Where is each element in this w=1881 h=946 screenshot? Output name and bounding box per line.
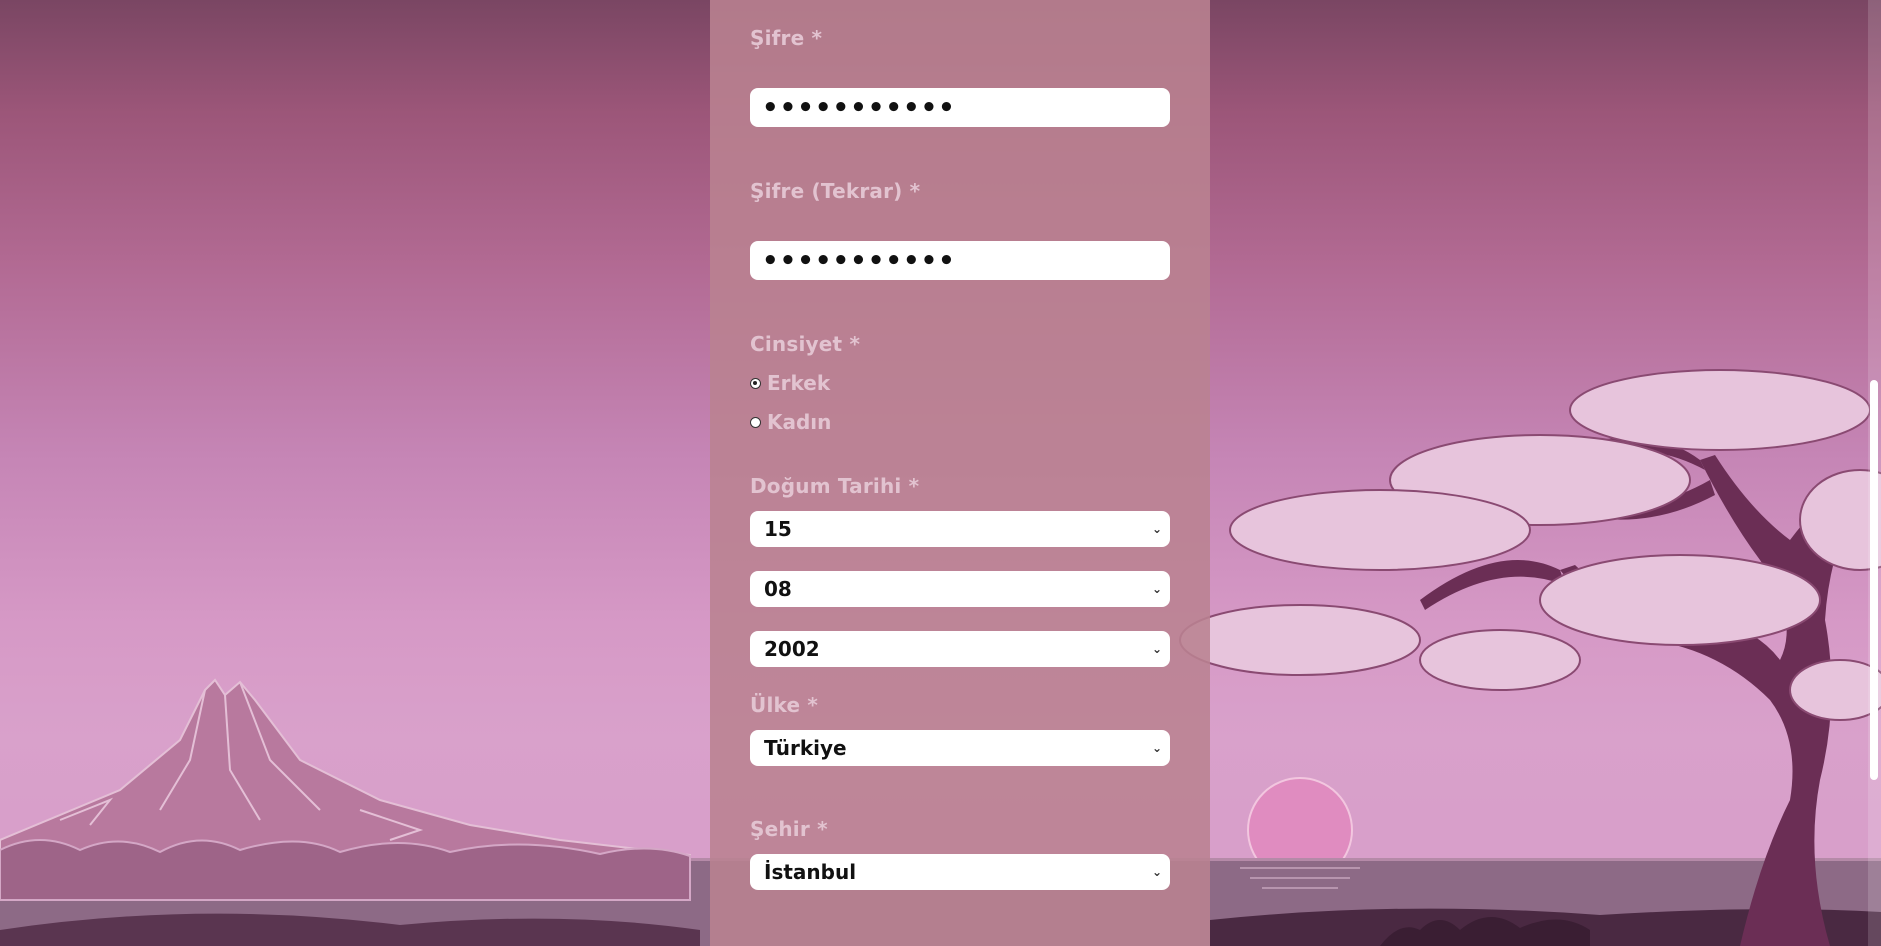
birth-month-select[interactable]: 08 ⌄ <box>750 571 1170 607</box>
birth-month-value: 08 <box>764 577 792 601</box>
password-repeat-field[interactable]: ••••••••••• <box>750 241 1170 280</box>
country-select[interactable]: Türkiye ⌄ <box>750 730 1170 766</box>
gender-option-label: Erkek <box>767 371 831 395</box>
birth-year-value: 2002 <box>764 637 820 661</box>
gender-option-female[interactable]: Kadın <box>750 410 831 434</box>
password-label: Şifre * <box>750 26 823 50</box>
chevron-down-icon: ⌄ <box>1151 741 1162 755</box>
birth-day-select[interactable]: 15 ⌄ <box>750 511 1170 547</box>
registration-form-panel: Şifre * ••••••••••• Şifre (Tekrar) * •••… <box>710 0 1210 946</box>
password-field[interactable]: ••••••••••• <box>750 88 1170 127</box>
country-value: Türkiye <box>764 736 847 760</box>
gender-option-male[interactable]: Erkek <box>750 371 830 395</box>
gender-label: Cinsiyet * <box>750 332 861 356</box>
country-label: Ülke * <box>750 693 819 717</box>
chevron-down-icon: ⌄ <box>1151 865 1162 879</box>
chevron-down-icon: ⌄ <box>1151 522 1162 536</box>
radio-button-icon[interactable] <box>750 416 761 428</box>
birth-date-label: Doğum Tarihi * <box>750 474 920 498</box>
radio-button-icon[interactable] <box>750 377 761 389</box>
city-select[interactable]: İstanbul ⌄ <box>750 854 1170 890</box>
page-scrollbar[interactable] <box>1870 380 1878 780</box>
password-repeat-label: Şifre (Tekrar) * <box>750 179 921 203</box>
chevron-down-icon: ⌄ <box>1151 642 1162 656</box>
gender-option-label: Kadın <box>767 410 832 434</box>
chevron-down-icon: ⌄ <box>1151 582 1162 596</box>
city-value: İstanbul <box>764 860 857 884</box>
birth-year-select[interactable]: 2002 ⌄ <box>750 631 1170 667</box>
city-label: Şehir * <box>750 817 828 841</box>
birth-day-value: 15 <box>764 517 792 541</box>
